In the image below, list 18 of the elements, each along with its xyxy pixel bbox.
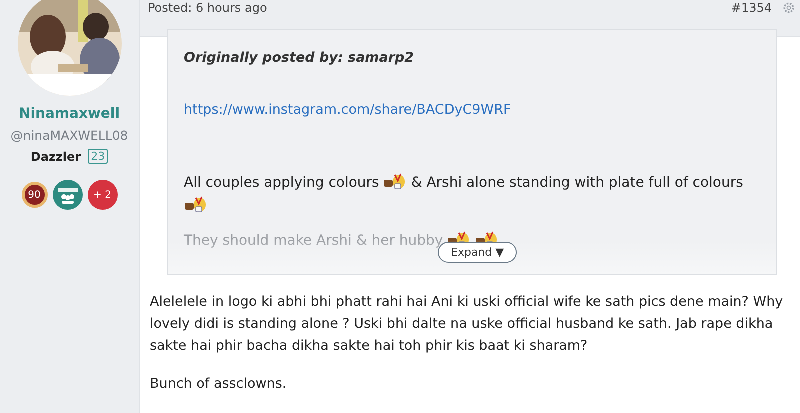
post-text: Bunch of assclowns. [150,375,288,394]
quote-text: All couples applying colours [184,175,380,191]
post-time: Posted: 6 hours ago [148,1,268,15]
post-number[interactable]: #1354 [731,1,772,15]
more-badges-count[interactable]: + 2 [88,180,118,210]
paint-icon [184,195,208,213]
paint-icon [383,172,408,190]
settings-icon[interactable] [782,1,796,15]
rank-level: 23 [88,149,108,164]
quote-author: Originally posted by: samarp2 [184,50,416,66]
post-text: Alelelele in logo ki abhi bhi phatt rahi hai Ani ki uski official wife ke sath pics dene main? Why lovely didi is standing alone ? Uski bhi dalte na uske official husband ke sath. Jab rape dikha sakte hai phir bacha dikha sakte hai toh phir kis baat ki sharam? [150,293,784,356]
group-badge-icon[interactable] [52,180,82,210]
rank-title: Dazzler [30,150,82,164]
author-name[interactable]: Ninamaxwell [18,106,120,122]
medal-badge[interactable]: 90 [22,182,48,208]
quote-text: & Arshi alone standing with plate full of colours [411,175,744,191]
author-handle: @ninaMAXWELL08 [10,128,128,143]
quote-link[interactable]: https://www.instagram.com/share/BACDyC9WRF [184,102,760,118]
